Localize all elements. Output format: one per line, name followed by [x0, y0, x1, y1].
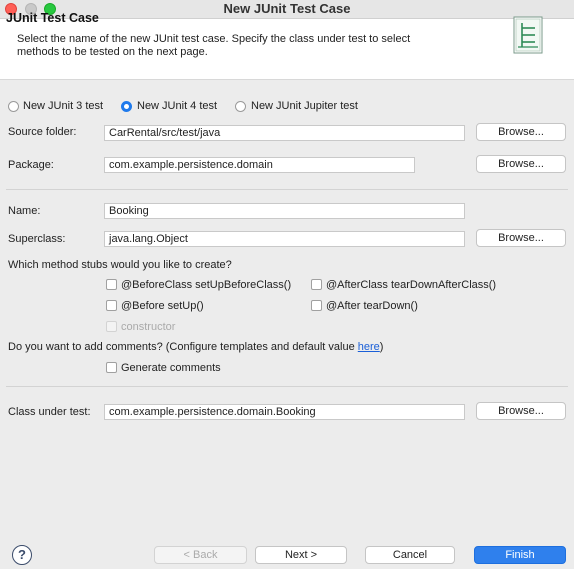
before-label: @Before setUp() [121, 300, 204, 312]
back-button: < Back [154, 546, 247, 564]
wizard-description: Select the name of the new JUnit test ca… [17, 33, 411, 58]
name-label: Name: [8, 205, 41, 217]
after-class-checkbox[interactable] [311, 279, 322, 290]
package-label: Package: [8, 159, 54, 171]
junit3-label: New JUnit 3 test [23, 100, 104, 112]
comments-question: Do you want to add comments? (Configure … [8, 341, 383, 353]
junit4-radio[interactable] [121, 101, 132, 112]
separator [6, 386, 568, 387]
wizard-title: JUnit Test Case [6, 11, 99, 25]
after-checkbox[interactable] [311, 300, 322, 311]
class-under-test-field[interactable]: com.example.persistence.domain.Booking [104, 404, 465, 420]
junit3-radio[interactable] [8, 101, 19, 112]
finish-button[interactable]: Finish [474, 546, 566, 564]
next-button[interactable]: Next > [255, 546, 347, 564]
package-field[interactable]: com.example.persistence.domain [104, 157, 415, 173]
generate-comments-label: Generate comments [121, 362, 221, 374]
junit-wizard-icon [513, 16, 543, 54]
method-stubs-question: Which method stubs would you like to cre… [8, 259, 232, 271]
constructor-checkbox [106, 321, 117, 332]
source-folder-browse-button[interactable]: Browse... [476, 123, 566, 141]
configure-templates-link[interactable]: here [358, 341, 380, 353]
before-class-label: @BeforeClass setUpBeforeClass() [121, 279, 292, 291]
help-icon[interactable]: ? [12, 545, 32, 565]
source-folder-field[interactable]: CarRental/src/test/java [104, 125, 465, 141]
cancel-button[interactable]: Cancel [365, 546, 455, 564]
generate-comments-checkbox[interactable] [106, 362, 117, 373]
after-label: @After tearDown() [326, 300, 418, 312]
package-browse-button[interactable]: Browse... [476, 155, 566, 173]
separator [6, 189, 568, 190]
source-folder-label: Source folder: [8, 126, 77, 138]
comments-question-end: ) [379, 341, 384, 353]
class-under-test-browse-button[interactable]: Browse... [476, 402, 566, 420]
junit4-label: New JUnit 4 test [137, 100, 218, 112]
after-class-label: @AfterClass tearDownAfterClass() [326, 279, 497, 291]
superclass-browse-button[interactable]: Browse... [476, 229, 566, 247]
superclass-field[interactable]: java.lang.Object [104, 231, 465, 247]
before-class-checkbox[interactable] [106, 279, 117, 290]
junit-jupiter-radio[interactable] [235, 101, 246, 112]
junit-jupiter-label: New JUnit Jupiter test [251, 100, 358, 112]
class-under-test-label: Class under test: [8, 406, 91, 418]
name-field[interactable]: Booking [104, 203, 465, 219]
before-checkbox[interactable] [106, 300, 117, 311]
comments-question-text: Do you want to add comments? (Configure … [8, 341, 358, 353]
superclass-label: Superclass: [8, 233, 66, 245]
constructor-label: constructor [121, 321, 176, 333]
